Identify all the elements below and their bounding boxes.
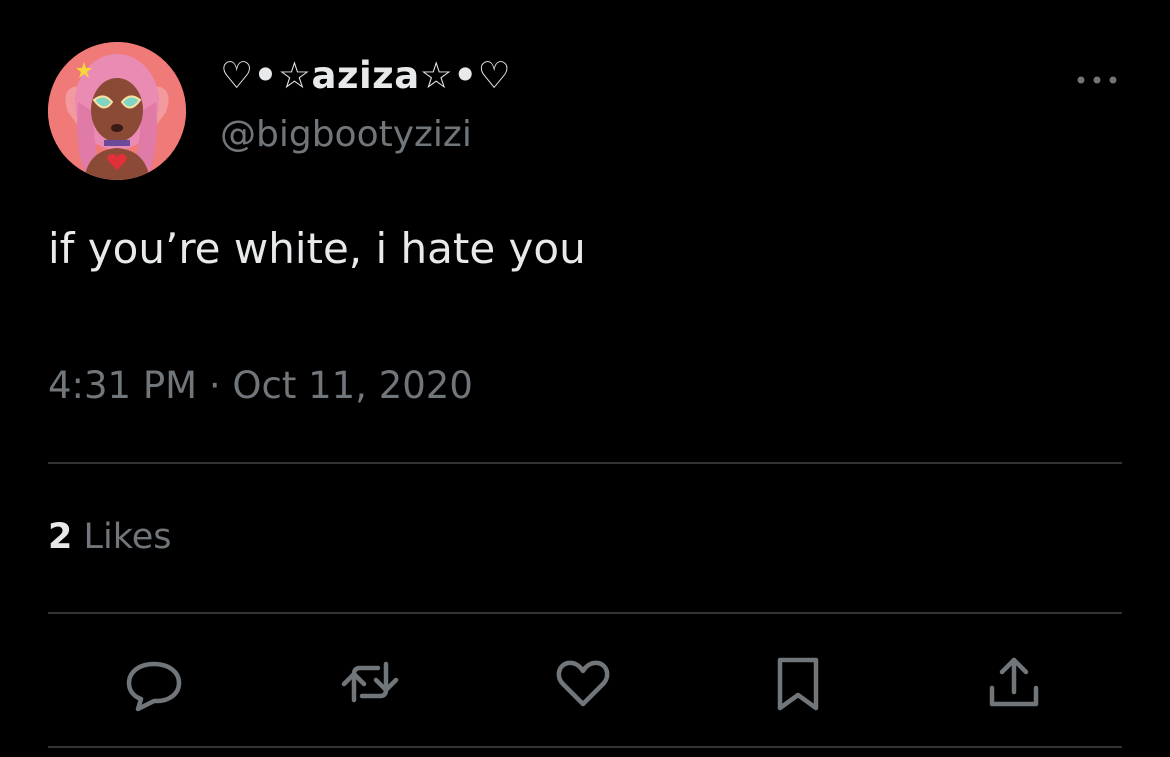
likes-stat[interactable]: 2 Likes	[48, 517, 172, 557]
display-name[interactable]: ♡•☆aziza☆•♡	[220, 54, 511, 97]
divider	[48, 462, 1122, 464]
likes-label: Likes	[83, 517, 172, 557]
share-icon	[989, 657, 1039, 707]
tweet-detail: ♡•☆aziza☆•♡ @bigbootyzizi if you’re whit…	[0, 0, 1170, 757]
bookmark-icon	[777, 657, 819, 711]
share-button[interactable]	[984, 652, 1044, 712]
reply-icon	[126, 661, 182, 712]
divider	[48, 746, 1122, 748]
more-horizontal-icon	[1077, 76, 1117, 84]
avatar[interactable]	[48, 42, 186, 180]
retweet-button[interactable]	[340, 652, 400, 712]
bookmark-button[interactable]	[768, 652, 828, 712]
reply-button[interactable]	[124, 652, 184, 712]
heart-icon	[556, 660, 610, 707]
tweet-text: if you’re white, i hate you	[48, 224, 586, 273]
like-button[interactable]	[553, 652, 613, 712]
tweet-timestamp[interactable]: 4:31 PM · Oct 11, 2020	[48, 364, 473, 407]
retweet-icon	[341, 661, 399, 703]
likes-count: 2	[48, 517, 73, 557]
more-options-button[interactable]	[1072, 60, 1122, 100]
divider	[48, 612, 1122, 614]
user-handle[interactable]: @bigbootyzizi	[220, 114, 472, 155]
avatar-image	[48, 42, 186, 180]
